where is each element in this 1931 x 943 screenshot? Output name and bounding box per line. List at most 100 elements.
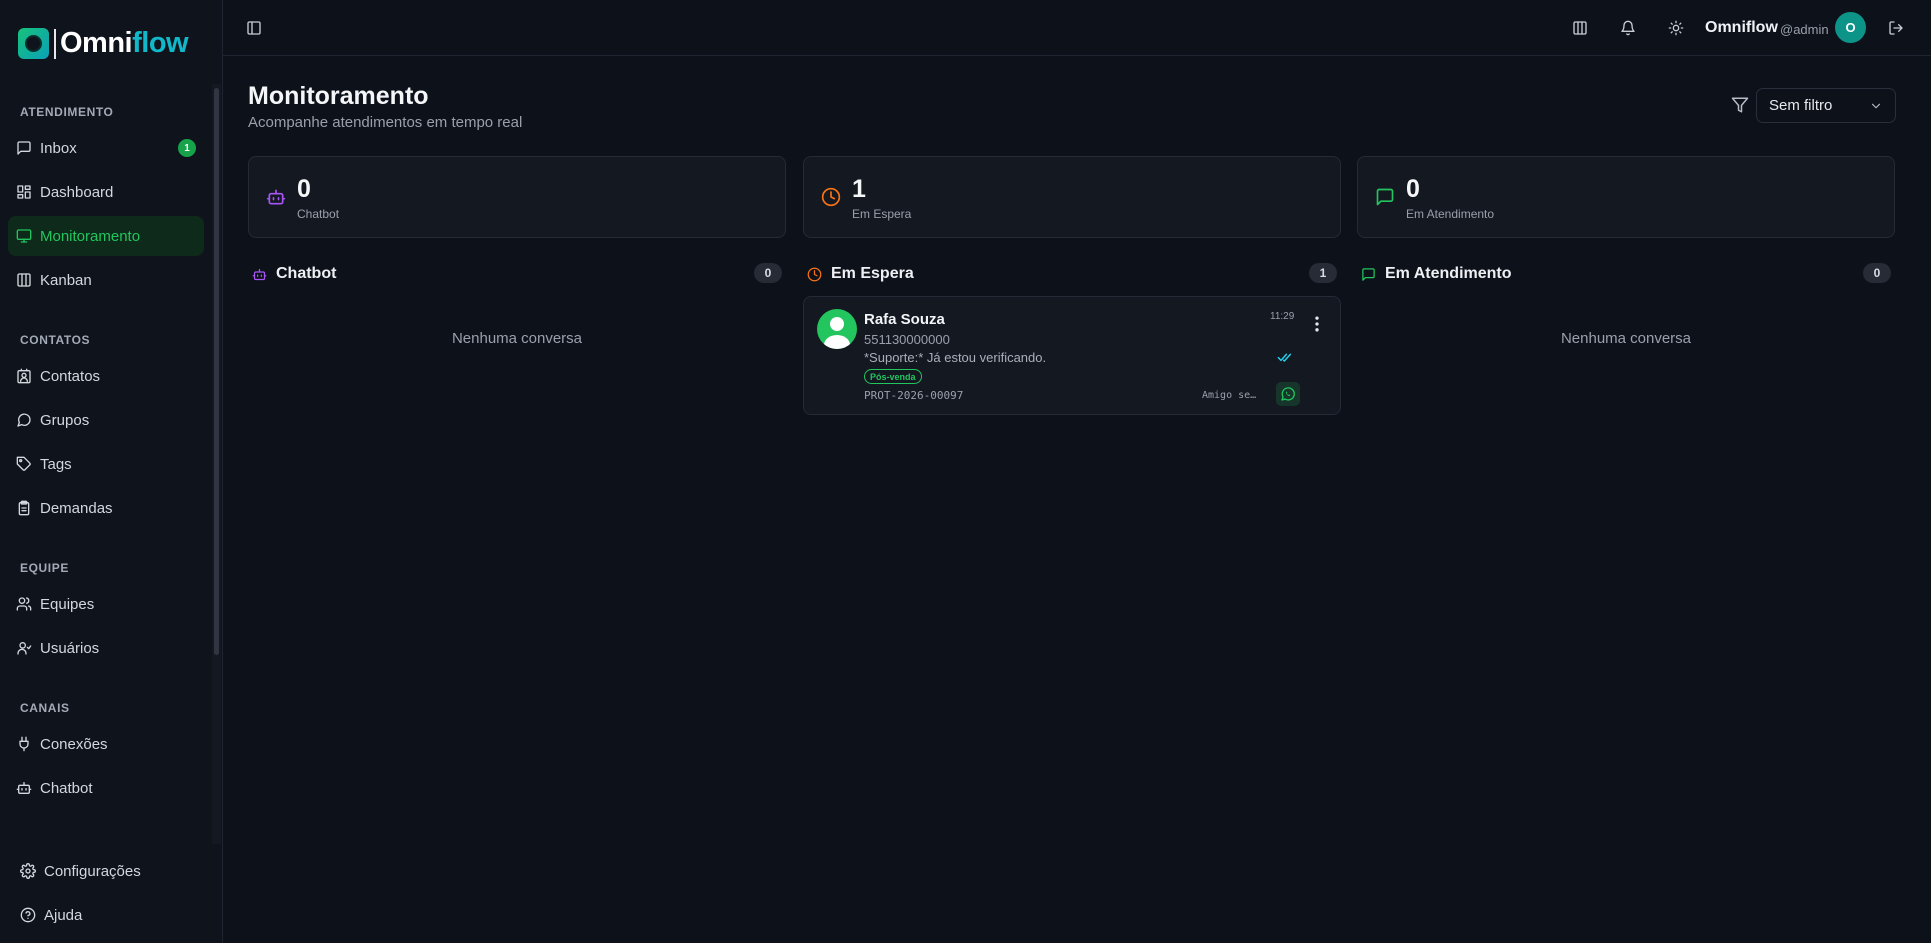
empty-state-chatbot: Nenhuma conversa xyxy=(451,330,583,347)
sidebar-item-contatos[interactable]: Contatos xyxy=(8,356,204,396)
message-square-icon xyxy=(1361,267,1376,282)
sidebar-item-dashboard[interactable]: Dashboard xyxy=(8,172,204,212)
tag-badge: Pós-venda xyxy=(864,369,922,384)
page-subtitle: Acompanhe atendimentos em tempo real xyxy=(248,114,523,131)
inbox-count-badge: 1 xyxy=(178,139,196,157)
sidebar-item-equipes[interactable]: Equipes xyxy=(8,584,204,624)
sidebar-toggle-icon[interactable] xyxy=(241,15,267,41)
gear-icon xyxy=(20,863,36,879)
sun-icon[interactable] xyxy=(1663,15,1689,41)
sidebar-item-label: Demandas xyxy=(40,499,113,517)
message-circle-icon xyxy=(16,412,32,428)
message-time: 11:29 xyxy=(1270,311,1295,322)
user-name: Omniflow xyxy=(1705,19,1778,36)
avatar[interactable]: O xyxy=(1835,12,1866,43)
sidebar-item-configuracoes[interactable]: Configurações xyxy=(12,851,208,891)
stat-value: 0 xyxy=(297,175,311,203)
bot-icon xyxy=(16,780,32,796)
sidebar-item-label: Monitoramento xyxy=(40,227,141,245)
sidebar-item-label: Kanban xyxy=(40,271,92,289)
sidebar-item-kanban[interactable]: Kanban xyxy=(8,260,204,300)
sidebar-item-label: Equipes xyxy=(40,595,95,613)
more-vertical-icon[interactable] xyxy=(1307,314,1327,334)
sidebar-item-usuarios[interactable]: Usuários xyxy=(8,628,204,668)
layout-dashboard-icon xyxy=(16,184,32,200)
stat-label: Em Espera xyxy=(852,207,912,221)
kanban-icon xyxy=(16,272,32,288)
stat-value: 0 xyxy=(1406,175,1420,203)
sidebar-item-label: Configurações xyxy=(44,862,141,880)
sidebar-item-label: Usuários xyxy=(40,639,100,657)
help-circle-icon xyxy=(20,907,36,923)
whatsapp-icon[interactable] xyxy=(1276,382,1300,406)
assigned-agent: Amigo se… xyxy=(1202,390,1257,401)
sidebar-item-label: Chatbot xyxy=(40,779,93,797)
users-icon xyxy=(16,596,32,612)
brand-prefix: Omni xyxy=(60,27,133,59)
user-handle: @admin xyxy=(1780,22,1829,37)
sidebar-scrollbar[interactable] xyxy=(214,88,219,655)
brand-suffix: flow xyxy=(132,27,189,59)
stat-label: Em Atendimento xyxy=(1406,207,1495,221)
sidebar-item-inbox[interactable]: Inbox 1 xyxy=(8,128,204,168)
contact-icon xyxy=(16,368,32,384)
monitor-icon xyxy=(16,228,32,244)
brand-logo[interactable]: Omniflow xyxy=(18,27,189,60)
sidebar-item-grupos[interactable]: Grupos xyxy=(8,400,204,440)
double-check-icon xyxy=(1277,350,1293,364)
sidebar-item-tags[interactable]: Tags xyxy=(8,444,204,484)
filter-select-value: Sem filtro xyxy=(1769,97,1833,114)
stat-card-chatbot: 0 Chatbot xyxy=(248,156,786,238)
sidebar-item-label: Grupos xyxy=(40,411,90,429)
empty-state-em-atendimento: Nenhuma conversa xyxy=(1560,330,1692,347)
column-header-chatbot: Chatbot 0 xyxy=(248,263,786,285)
sidebar-item-label: Contatos xyxy=(40,367,101,385)
column-title: Em Espera xyxy=(831,265,914,282)
sidebar-item-conexoes[interactable]: Conexões xyxy=(8,724,204,764)
sidebar-item-demandas[interactable]: Demandas xyxy=(8,488,204,528)
stat-value: 1 xyxy=(852,175,866,203)
sidebar-item-monitoramento[interactable]: Monitoramento xyxy=(8,216,204,256)
sidebar: Omniflow ATENDIMENTO Inbox 1 Dashboard M… xyxy=(0,0,223,943)
columns-view-icon[interactable] xyxy=(1567,15,1593,41)
column-header-em-espera: Em Espera 1 xyxy=(803,263,1341,285)
clock-icon xyxy=(807,267,822,282)
avatar xyxy=(817,309,857,349)
clock-icon xyxy=(821,187,841,207)
sidebar-item-label: Tags xyxy=(40,455,72,473)
chevron-down-icon xyxy=(1869,99,1883,117)
conversation-card[interactable]: Rafa Souza 551130000000 *Suporte:* Já es… xyxy=(803,296,1341,415)
message-square-icon xyxy=(16,140,32,156)
sidebar-item-label: Inbox xyxy=(40,139,77,157)
protocol-number: PROT-2026-00097 xyxy=(864,389,964,402)
logo-mark-icon xyxy=(18,28,49,59)
bell-icon[interactable] xyxy=(1615,15,1641,41)
sidebar-item-chatbot[interactable]: Chatbot xyxy=(8,768,204,808)
column-count-badge: 0 xyxy=(754,263,782,283)
message-square-icon xyxy=(1375,187,1395,207)
sidebar-item-ajuda[interactable]: Ajuda xyxy=(12,895,208,935)
column-title: Chatbot xyxy=(276,265,337,282)
column-count-badge: 0 xyxy=(1863,263,1891,283)
section-title-contatos: CONTATOS xyxy=(20,333,91,347)
stat-card-em-espera: 1 Em Espera xyxy=(803,156,1341,238)
column-count-badge: 1 xyxy=(1309,263,1337,283)
filter-select[interactable]: Sem filtro xyxy=(1756,88,1896,123)
plug-icon xyxy=(16,736,32,752)
section-title-atendimento: ATENDIMENTO xyxy=(20,105,114,119)
sidebar-item-label: Dashboard xyxy=(40,183,114,201)
section-title-canais: CANAIS xyxy=(20,701,70,715)
stat-label: Chatbot xyxy=(297,207,340,221)
logout-icon[interactable] xyxy=(1883,15,1909,41)
topbar: Omniflow @admin O xyxy=(223,0,1931,56)
last-message: *Suporte:* Já estou verificando. xyxy=(864,350,1047,365)
column-header-em-atendimento: Em Atendimento 0 xyxy=(1357,263,1895,285)
sidebar-item-label: Ajuda xyxy=(44,906,83,924)
tag-icon xyxy=(16,456,32,472)
clipboard-icon xyxy=(16,500,32,516)
filter-icon xyxy=(1731,96,1749,114)
user-icon xyxy=(16,640,32,656)
contact-name: Rafa Souza xyxy=(864,311,945,328)
bot-icon xyxy=(252,267,267,282)
sidebar-item-label: Conexões xyxy=(40,735,108,753)
